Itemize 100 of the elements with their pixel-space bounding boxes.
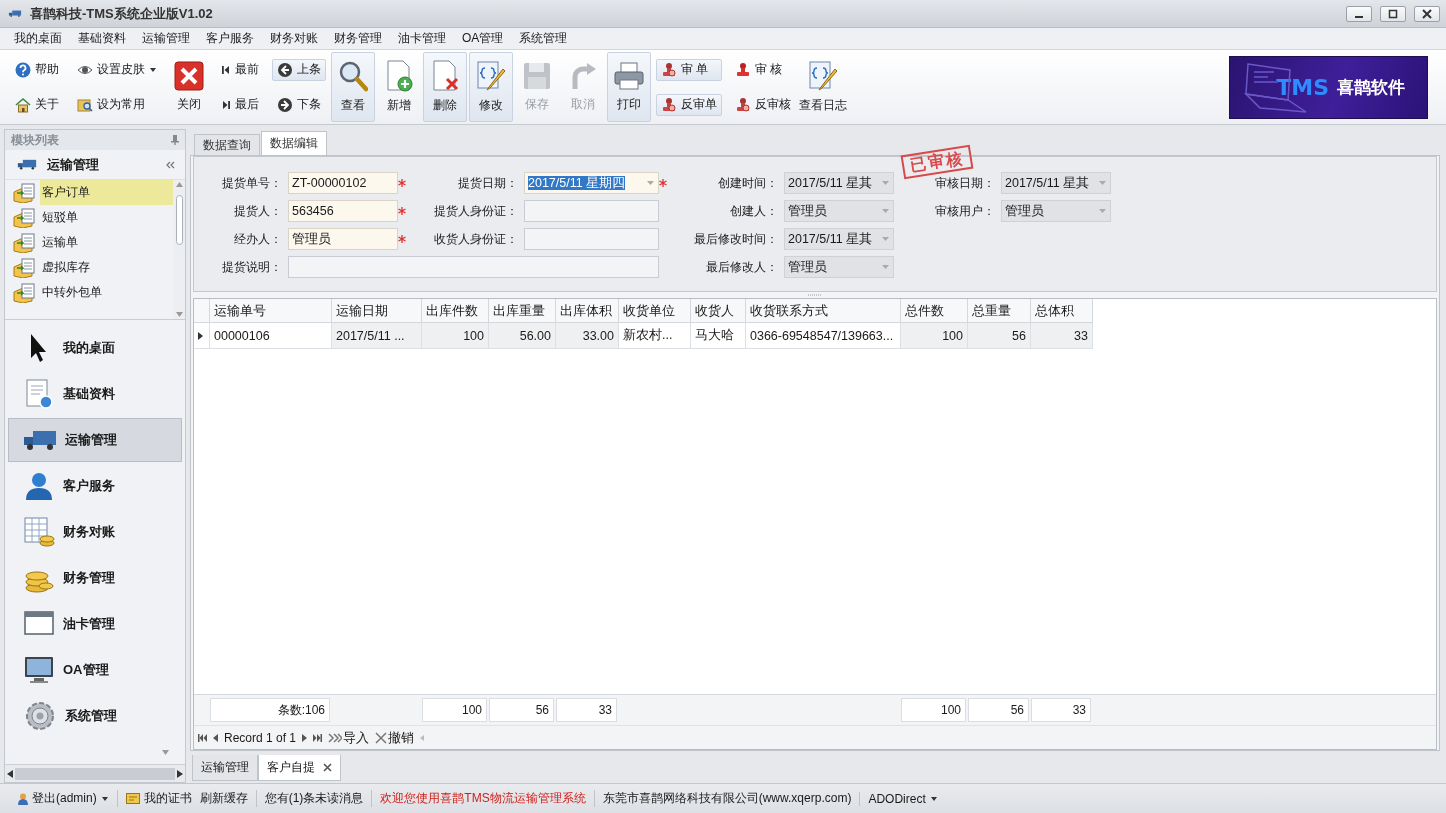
- date-field[interactable]: 2017/5/11 星其: [1001, 172, 1111, 194]
- document-box-icon: [13, 232, 37, 253]
- cancel-button[interactable]: 撤销: [375, 728, 415, 747]
- minimize-button[interactable]: [1346, 5, 1372, 22]
- menu-item[interactable]: 基础资料: [70, 30, 134, 47]
- toolbar-button[interactable]: 上条: [272, 58, 326, 81]
- current-row-icon: [198, 331, 203, 340]
- status-item[interactable]: 刷新缓存: [199, 790, 256, 807]
- column-header[interactable]: 总重量: [968, 299, 1031, 323]
- field-label: 审核用户：: [935, 203, 995, 218]
- close-button[interactable]: [1414, 5, 1440, 22]
- column-header[interactable]: 出库件数: [422, 299, 489, 323]
- toolbar-button[interactable]: 设为常用: [72, 93, 162, 116]
- input-field[interactable]: 563456: [288, 200, 398, 222]
- column-header[interactable]: 运输日期: [332, 299, 422, 323]
- row-header[interactable]: [194, 323, 210, 349]
- input-field[interactable]: [288, 256, 659, 278]
- toolbar-button[interactable]: 删除: [423, 52, 467, 122]
- sidebar-item[interactable]: 运输单: [40, 230, 173, 255]
- toolbar-button[interactable]: 下条: [272, 93, 326, 116]
- column-header[interactable]: 出库体积: [556, 299, 619, 323]
- scroll-down-icon: [162, 750, 169, 755]
- field-label: 提货人身份证：: [434, 203, 518, 218]
- toolbar-button[interactable]: 帮助: [10, 58, 64, 81]
- menu-item[interactable]: OA管理: [454, 30, 512, 47]
- field-label: 创建人：: [730, 203, 778, 218]
- menu-item[interactable]: 财务对账: [262, 30, 326, 47]
- restore-button[interactable]: [1380, 5, 1406, 22]
- module-button[interactable]: 财务对账: [8, 510, 182, 554]
- toolbar-button[interactable]: 最前: [216, 58, 264, 81]
- toolbar-button[interactable]: 最后: [216, 93, 264, 116]
- input-field[interactable]: ZT-00000102: [288, 172, 398, 194]
- document-tab[interactable]: 客户自提: [258, 755, 341, 781]
- module-button[interactable]: 运输管理: [8, 418, 182, 462]
- toolbar-button[interactable]: 新增: [377, 52, 421, 122]
- module-button[interactable]: 油卡管理: [8, 602, 182, 646]
- toolbar-button[interactable]: 修改: [469, 52, 513, 122]
- menu-item[interactable]: 运输管理: [134, 30, 198, 47]
- toolbar-button[interactable]: 关于: [10, 93, 64, 116]
- toolbar-button[interactable]: 反审核: [730, 93, 796, 116]
- menu-item[interactable]: 我的桌面: [6, 30, 70, 47]
- status-item[interactable]: ADODirect: [859, 791, 946, 806]
- double-chevron-icon: [328, 732, 343, 743]
- module-button[interactable]: 我的桌面: [8, 326, 182, 370]
- date-field[interactable]: 2017/5/11 星期四: [524, 172, 659, 194]
- module-button[interactable]: 财务管理: [8, 556, 182, 600]
- summary-cell: 条数:106: [210, 698, 330, 722]
- table-cell: 33: [1031, 323, 1093, 349]
- toolbar-button[interactable]: 打印: [607, 52, 651, 122]
- module-button[interactable]: 基础资料: [8, 372, 182, 416]
- module-button[interactable]: 系统管理: [8, 694, 182, 738]
- toolbar-button[interactable]: 关闭: [167, 52, 211, 122]
- date-field[interactable]: 管理员: [1001, 200, 1111, 222]
- toolbar-button[interactable]: 审 核: [730, 58, 796, 81]
- scrollbar-thumb[interactable]: [175, 194, 183, 245]
- toolbar-button[interactable]: 反审单: [656, 93, 722, 116]
- column-header[interactable]: 收货人: [691, 299, 746, 323]
- date-field[interactable]: 管理员: [784, 200, 894, 222]
- toolbar-button[interactable]: 查看日志: [801, 52, 845, 122]
- sidebar-item[interactable]: 中转外包单: [40, 280, 173, 305]
- toolbar-button[interactable]: 审 单: [656, 58, 722, 81]
- module-button[interactable]: OA管理: [8, 648, 182, 692]
- input-field[interactable]: [524, 200, 659, 222]
- tab[interactable]: 数据编辑: [261, 131, 327, 155]
- menu-item[interactable]: 系统管理: [511, 30, 576, 47]
- scrollbar-thumb[interactable]: [15, 767, 175, 780]
- status-item[interactable]: 登出(admin): [14, 790, 117, 807]
- date-field[interactable]: 管理员: [784, 256, 894, 278]
- column-header[interactable]: 收货联系方式: [746, 299, 901, 323]
- menu-item[interactable]: 财务管理: [326, 30, 390, 47]
- status-item[interactable]: 您有(1)条未读消息: [255, 790, 372, 807]
- field-label: 经办人：: [234, 231, 282, 246]
- status-item[interactable]: 我的证书: [116, 790, 200, 807]
- document-tab[interactable]: 运输管理: [192, 755, 258, 781]
- menu-item[interactable]: 油卡管理: [390, 30, 454, 47]
- table-cell: 新农村...: [619, 323, 691, 349]
- input-field[interactable]: 管理员: [288, 228, 398, 250]
- toolbar-button[interactable]: 设置皮肤: [72, 58, 162, 81]
- date-field[interactable]: 2017/5/11 星其: [784, 228, 894, 250]
- date-field[interactable]: 2017/5/11 星其: [784, 172, 894, 194]
- menu-item[interactable]: 客户服务: [198, 30, 262, 47]
- sidebar-item[interactable]: 客户订单: [40, 180, 173, 205]
- sidebar-item[interactable]: 短驳单: [40, 205, 173, 230]
- column-header[interactable]: 运输单号: [210, 299, 332, 323]
- summary-cell: 56: [968, 698, 1029, 722]
- truck-icon: [23, 429, 57, 451]
- module-button[interactable]: 客户服务: [8, 464, 182, 508]
- sidebar-item[interactable]: 虚拟库存: [40, 255, 173, 280]
- stamp-icon: [735, 61, 751, 78]
- status-item[interactable]: 东莞市喜鹊网络科技有限公司(www.xqerp.com): [593, 790, 860, 807]
- status-item[interactable]: 欢迎您使用喜鹊TMS物流运输管理系统: [371, 790, 594, 807]
- import-button[interactable]: 导入: [328, 728, 370, 747]
- column-header[interactable]: 出库重量: [489, 299, 556, 323]
- toolbar-button[interactable]: 查看: [331, 52, 375, 122]
- column-header[interactable]: 收货单位: [619, 299, 691, 323]
- column-header[interactable]: 总件数: [901, 299, 968, 323]
- column-header[interactable]: 总体积: [1031, 299, 1093, 323]
- input-field[interactable]: [524, 228, 659, 250]
- pin-icon: [171, 135, 179, 145]
- tab[interactable]: 数据查询: [194, 134, 260, 155]
